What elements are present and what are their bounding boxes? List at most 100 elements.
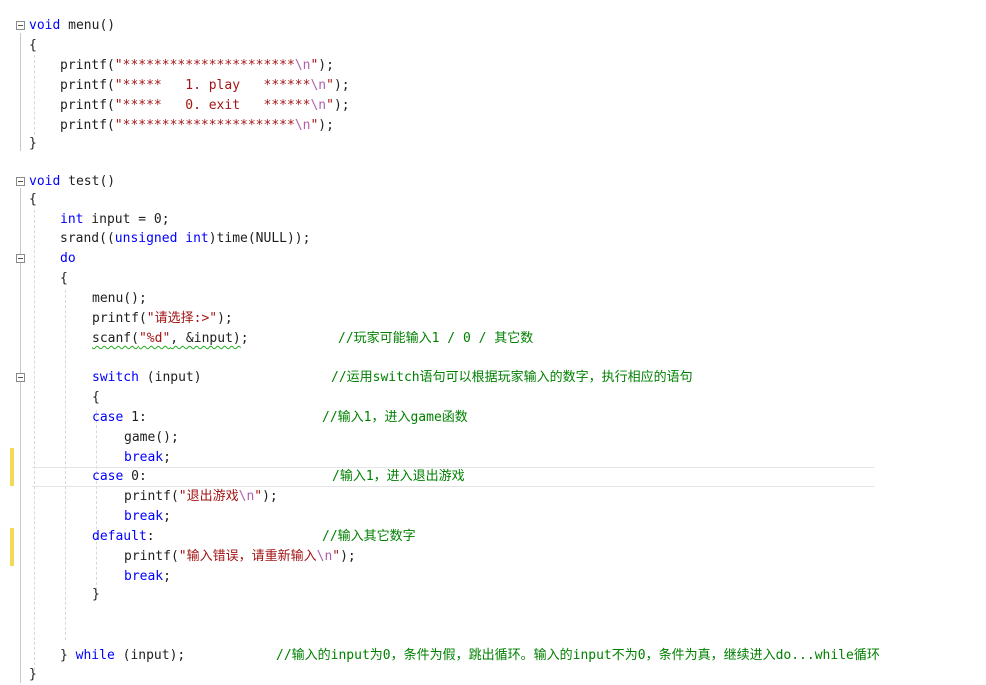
code-token: printf( <box>60 118 115 133</box>
keyword-token: break <box>124 569 164 584</box>
code-line[interactable]: break; <box>0 507 171 527</box>
string-token: " <box>254 489 263 504</box>
code-line[interactable]: int input = 0; <box>0 210 170 230</box>
code-token: (input) <box>138 370 202 385</box>
code-editor[interactable]: void menu() { printf("******************… <box>0 0 986 685</box>
code-line[interactable]: case 0: /输入1，进入退出游戏 <box>0 467 465 487</box>
code-token: srand(( <box>60 231 115 246</box>
code-token: ); <box>262 489 278 504</box>
code-line[interactable]: { <box>0 388 100 408</box>
code-token: ); <box>318 58 334 73</box>
code-comment: //运用switch语句可以根据玩家输入的数字，执行相应的语句 <box>331 370 693 385</box>
string-token: " <box>326 78 334 93</box>
indent-guide <box>34 210 35 670</box>
code-line[interactable]: break; <box>0 567 171 587</box>
code-line[interactable]: } <box>0 665 37 685</box>
code-token: ); <box>333 98 350 113</box>
string-token: "请选择:>" <box>146 311 218 326</box>
code-line[interactable]: printf("**********************\n"); <box>0 116 334 136</box>
code-line[interactable]: printf("输入错误，请重新输入\n"); <box>0 547 356 567</box>
keyword-token: default <box>92 529 147 544</box>
code-token: } <box>60 648 76 663</box>
code-token: 0: <box>123 469 147 484</box>
code-line[interactable]: } <box>0 585 100 605</box>
code-token: , &input) <box>170 331 241 346</box>
code-line[interactable]: menu(); <box>0 289 147 309</box>
code-line[interactable]: printf("退出游戏\n"); <box>0 487 278 507</box>
collapse-icon[interactable] <box>16 254 25 263</box>
code-line[interactable]: printf("***** 1. play ******\n"); <box>0 76 350 96</box>
code-line[interactable]: do <box>0 249 76 269</box>
code-token: menu() <box>60 18 116 33</box>
keyword-token: unsigned int <box>114 231 209 246</box>
code-token: ; <box>163 569 171 584</box>
code-line[interactable]: } <box>0 134 37 154</box>
code-token: 1: <box>123 410 147 425</box>
code-line[interactable]: void menu() <box>0 16 115 36</box>
code-token: ; <box>240 331 249 346</box>
keyword-token: int <box>60 212 84 227</box>
code-token: game(); <box>124 430 179 445</box>
code-line[interactable]: printf("***** 0. exit ******\n"); <box>0 96 350 116</box>
code-comment: /输入1，进入退出游戏 <box>332 469 465 484</box>
string-token: "%d" <box>138 331 171 346</box>
code-token: scanf( <box>92 331 139 346</box>
escape-token: \n <box>294 118 311 133</box>
escape-token: \n <box>310 78 327 93</box>
string-token: "输入错误，请重新输入 <box>178 549 317 564</box>
keyword-token: void <box>29 174 61 189</box>
code-token: test() <box>60 174 116 189</box>
code-token: } <box>92 587 100 602</box>
escape-token: \n <box>294 58 311 73</box>
code-token: printf( <box>60 98 115 113</box>
code-token: ); <box>333 78 350 93</box>
string-token: "********************** <box>114 58 295 73</box>
code-token: { <box>29 192 37 207</box>
keyword-token: switch <box>92 370 139 385</box>
code-line[interactable]: { <box>0 269 68 289</box>
keyword-token: break <box>124 450 164 465</box>
escape-token: \n <box>238 489 255 504</box>
code-line[interactable]: { <box>0 36 37 56</box>
escape-token: \n <box>310 98 327 113</box>
code-line[interactable]: switch (input) //运用switch语句可以根据玩家输入的数字，执… <box>0 368 693 388</box>
keyword-token: void <box>29 18 61 33</box>
collapse-icon[interactable] <box>16 21 25 30</box>
code-token: (input); <box>114 648 186 663</box>
string-token: "********************** <box>114 118 295 133</box>
code-token: ); <box>318 118 334 133</box>
indent-guide <box>96 410 97 590</box>
code-line[interactable]: { <box>0 190 37 210</box>
code-comment: //玩家可能输入1 / 0 / 其它数 <box>338 331 534 346</box>
code-line[interactable]: default: //输入其它数字 <box>0 527 416 547</box>
code-line[interactable]: scanf("%d", &input); //玩家可能输入1 / 0 / 其它数 <box>0 329 533 349</box>
code-token: } <box>29 667 37 682</box>
string-token: " <box>332 549 341 564</box>
code-line[interactable]: } while (input); //输入的input为0，条件为假，跳出循环。… <box>0 646 880 666</box>
code-token: ; <box>163 450 171 465</box>
collapse-icon[interactable] <box>16 373 25 382</box>
code-token: input = 0; <box>83 212 170 227</box>
code-token: printf( <box>124 489 179 504</box>
code-token: printf( <box>124 549 179 564</box>
code-token: printf( <box>92 311 147 326</box>
code-token: )time(NULL)); <box>208 231 311 246</box>
code-line[interactable]: void test() <box>0 172 115 192</box>
code-line[interactable]: printf("**********************\n"); <box>0 56 334 76</box>
code-token: { <box>29 38 37 53</box>
collapse-icon[interactable] <box>16 177 25 186</box>
code-line[interactable]: break; <box>0 448 171 468</box>
keyword-token: break <box>124 509 164 524</box>
code-line[interactable]: case 1: //输入1，进入game函数 <box>0 408 468 428</box>
code-token: : <box>146 529 155 544</box>
code-token: ); <box>217 311 233 326</box>
code-token: } <box>29 136 37 151</box>
code-line[interactable]: printf("请选择:>"); <box>0 309 233 329</box>
keyword-token: do <box>60 251 76 266</box>
code-token: { <box>60 271 68 286</box>
code-token: ); <box>340 549 356 564</box>
indent-guide <box>65 290 66 640</box>
code-line[interactable]: srand((unsigned int)time(NULL)); <box>0 229 310 249</box>
code-token: menu(); <box>92 291 147 306</box>
code-line[interactable]: game(); <box>0 428 179 448</box>
